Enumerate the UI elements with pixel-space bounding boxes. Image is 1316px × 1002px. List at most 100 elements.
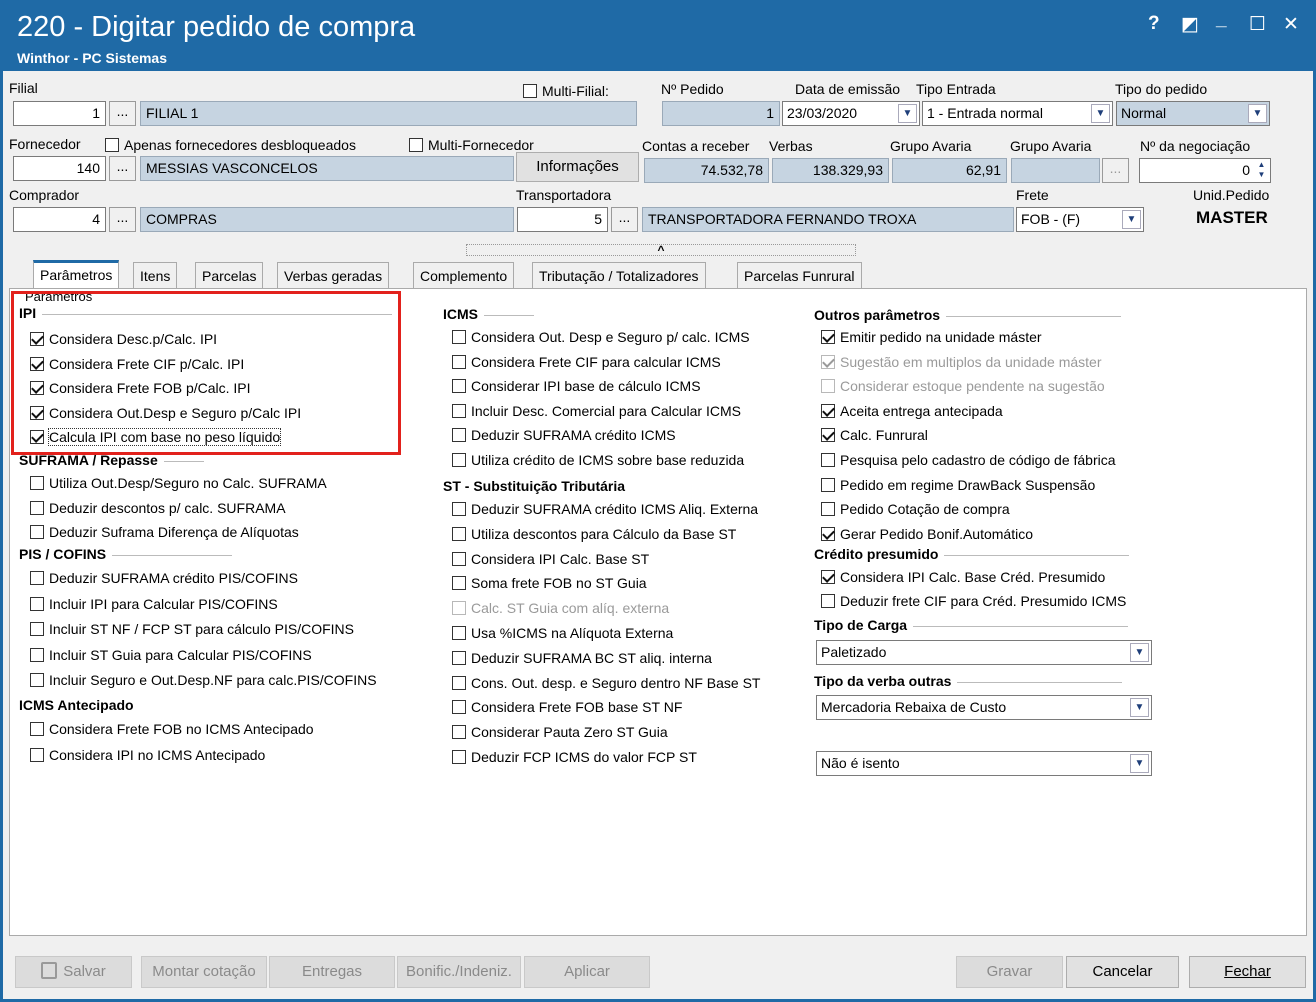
checkbox-box[interactable] xyxy=(452,750,466,764)
checkbox-box[interactable] xyxy=(452,526,466,541)
parameter-checkbox[interactable]: Considerar Pauta Zero ST Guia xyxy=(452,723,668,741)
chevron-down-icon[interactable]: ▼ xyxy=(1130,754,1149,773)
parameter-checkbox[interactable]: Considera IPI Calc. Base Créd. Presumido xyxy=(821,568,1105,586)
parameter-checkbox[interactable]: Considera IPI no ICMS Antecipado xyxy=(30,746,265,764)
parameter-checkbox[interactable]: Sugestão em multiplos da unidade máster xyxy=(821,353,1101,371)
parameter-checkbox[interactable]: Cons. Out. desp. e Seguro dentro NF Base… xyxy=(452,674,760,692)
checkbox-box[interactable] xyxy=(452,650,466,665)
tab-complemento[interactable]: Complemento xyxy=(413,262,515,289)
parameter-checkbox[interactable]: Considera Frete FOB base ST NF xyxy=(452,698,682,716)
gravar-button[interactable]: Gravar xyxy=(956,956,1063,988)
parameter-checkbox[interactable]: Considera Frete FOB no ICMS Antecipado xyxy=(30,720,314,738)
frete-select[interactable]: FOB - (F) ▼ xyxy=(1016,207,1144,232)
parameter-checkbox[interactable]: Deduzir FCP ICMS do valor FCP ST xyxy=(452,748,697,766)
parameter-checkbox[interactable]: Gerar Pedido Bonif.Automático xyxy=(821,525,1033,543)
checkbox-box[interactable] xyxy=(30,571,44,585)
collapse-splitter[interactable]: ^ xyxy=(466,244,856,256)
parameter-checkbox[interactable]: Utiliza Out.Desp/Seguro no Calc. SUFRAMA xyxy=(30,474,327,492)
informacoes-button[interactable]: Informações xyxy=(516,152,639,182)
checkbox-box[interactable] xyxy=(452,330,466,344)
checkbox-box[interactable] xyxy=(30,622,44,637)
filial-code-field[interactable]: 1 xyxy=(13,101,106,126)
checkbox-box[interactable] xyxy=(30,500,44,515)
parameter-checkbox[interactable]: Pesquisa pelo cadastro de código de fábr… xyxy=(821,451,1116,469)
parameter-checkbox[interactable]: Soma frete FOB no ST Guia xyxy=(452,574,647,592)
close-icon[interactable]: ✕ xyxy=(1283,13,1299,36)
tipo-entrada-select[interactable]: 1 - Entrada normal ▼ xyxy=(922,101,1113,126)
parameter-checkbox[interactable]: Deduzir SUFRAMA crédito PIS/COFINS xyxy=(30,569,298,587)
chevron-down-icon[interactable]: ▼ xyxy=(1130,643,1149,662)
montar-cotacao-button[interactable]: Montar cotação xyxy=(141,956,267,988)
transportadora-code-field[interactable]: 5 xyxy=(517,207,608,232)
tab-verbas-geradas[interactable]: Verbas geradas xyxy=(277,262,390,289)
checkmark-icon[interactable] xyxy=(821,570,835,584)
parameter-checkbox[interactable]: Considera IPI Calc. Base ST xyxy=(452,550,649,568)
checkbox-box[interactable] xyxy=(452,502,466,516)
parameter-checkbox[interactable]: Aceita entrega antecipada xyxy=(821,402,1003,420)
parameter-checkbox[interactable]: Incluir ST Guia para Calcular PIS/COFINS xyxy=(30,646,312,664)
tab-parametros[interactable]: Parâmetros xyxy=(33,260,120,289)
checkbox-box[interactable] xyxy=(30,647,44,662)
tab-parcelas[interactable]: Parcelas xyxy=(195,262,264,289)
parameter-checkbox[interactable]: Emitir pedido na unidade máster xyxy=(821,328,1042,346)
restore-icon[interactable]: ◩ xyxy=(1181,13,1199,36)
checkbox-box[interactable] xyxy=(452,576,466,591)
checkbox-box[interactable] xyxy=(452,700,466,715)
tipo-verba-select[interactable]: Mercadoria Rebaixa de Custo ▼ xyxy=(816,695,1152,720)
apenas-desbloqueados-checkbox[interactable]: Apenas fornecedores desbloqueados xyxy=(105,136,356,154)
checkbox-box[interactable] xyxy=(30,525,44,540)
checkmark-icon[interactable] xyxy=(821,354,835,369)
multi-filial-checkbox[interactable]: Multi-Filial: xyxy=(523,82,609,100)
tipo-pedido-select[interactable]: Normal ▼ xyxy=(1116,101,1270,126)
checkmark-icon[interactable] xyxy=(821,526,835,541)
tab-tributacao[interactable]: Tributação / Totalizadores xyxy=(532,262,706,289)
parameter-checkbox[interactable]: Deduzir descontos p/ calc. SUFRAMA xyxy=(30,499,286,517)
checkbox-box[interactable] xyxy=(30,673,44,688)
parameter-checkbox[interactable]: Pedido em regime DrawBack Suspensão xyxy=(821,476,1095,494)
spin-arrows-icon[interactable]: ▲ ▼ xyxy=(1254,160,1269,181)
checkmark-icon[interactable] xyxy=(821,428,835,443)
checkbox-box[interactable] xyxy=(452,354,466,369)
parameter-checkbox[interactable]: Pedido Cotação de compra xyxy=(821,500,1010,518)
checkmark-icon[interactable] xyxy=(821,330,835,344)
comprador-lookup-button[interactable]: ... xyxy=(109,207,136,232)
parameter-checkbox[interactable]: Utiliza crédito de ICMS sobre base reduz… xyxy=(452,451,744,469)
tab-itens[interactable]: Itens xyxy=(133,262,178,289)
checkbox-box[interactable] xyxy=(821,453,835,467)
checkbox-box[interactable] xyxy=(821,502,835,517)
parameter-checkbox[interactable]: Deduzir SUFRAMA BC ST aliq. interna xyxy=(452,649,712,667)
checkbox-box[interactable] xyxy=(821,379,835,394)
checkbox-box[interactable] xyxy=(821,477,835,492)
parameter-checkbox[interactable]: Usa %ICMS na Alíquota Externa xyxy=(452,624,673,642)
checkbox-box[interactable] xyxy=(452,725,466,740)
parameter-checkbox[interactable]: Calc. Funrural xyxy=(821,426,928,444)
fornecedor-lookup-button[interactable]: ... xyxy=(109,156,136,181)
chevron-down-icon[interactable]: ▼ xyxy=(1091,104,1110,123)
collapse-arrow-icon[interactable]: ^ xyxy=(657,243,664,257)
checkbox-box[interactable] xyxy=(452,551,466,566)
checkbox-box[interactable] xyxy=(30,476,44,490)
help-icon[interactable]: ? xyxy=(1148,13,1160,35)
parameter-checkbox[interactable]: Calc. ST Guia com alíq. externa xyxy=(452,599,669,617)
parameter-checkbox[interactable]: Deduzir Suframa Diferença de Alíquotas xyxy=(30,523,299,541)
cancelar-button[interactable]: Cancelar xyxy=(1066,956,1179,988)
parameter-checkbox[interactable]: Deduzir frete CIF para Créd. Presumido I… xyxy=(821,592,1126,610)
isento-select[interactable]: Não é isento ▼ xyxy=(816,751,1152,776)
fornecedor-code-field[interactable]: 140 xyxy=(13,156,106,181)
transportadora-lookup-button[interactable]: ... xyxy=(611,207,638,232)
parameter-checkbox[interactable]: Considera Frete CIF para calcular ICMS xyxy=(452,353,721,371)
parameter-checkbox[interactable]: Considerar IPI base de cálculo ICMS xyxy=(452,377,701,395)
parameter-checkbox[interactable]: Deduzir SUFRAMA crédito ICMS xyxy=(452,426,676,444)
bonific-button[interactable]: Bonific./Indeniz. xyxy=(397,956,521,988)
checkbox-box[interactable] xyxy=(821,594,835,608)
checkmark-icon[interactable] xyxy=(821,403,835,418)
filial-lookup-button[interactable]: ... xyxy=(109,101,136,126)
parameter-checkbox[interactable]: Deduzir SUFRAMA crédito ICMS Aliq. Exter… xyxy=(452,500,758,518)
negociacao-spin-field[interactable]: 0 xyxy=(1139,158,1271,183)
tab-parcelas-funrural[interactable]: Parcelas Funrural xyxy=(737,262,862,289)
chevron-down-icon[interactable]: ▼ xyxy=(898,104,917,123)
checkbox-box[interactable] xyxy=(30,722,44,736)
checkbox-box[interactable] xyxy=(30,596,44,611)
checkbox-box[interactable] xyxy=(452,675,466,690)
tipo-carga-select[interactable]: Paletizado ▼ xyxy=(816,640,1152,665)
